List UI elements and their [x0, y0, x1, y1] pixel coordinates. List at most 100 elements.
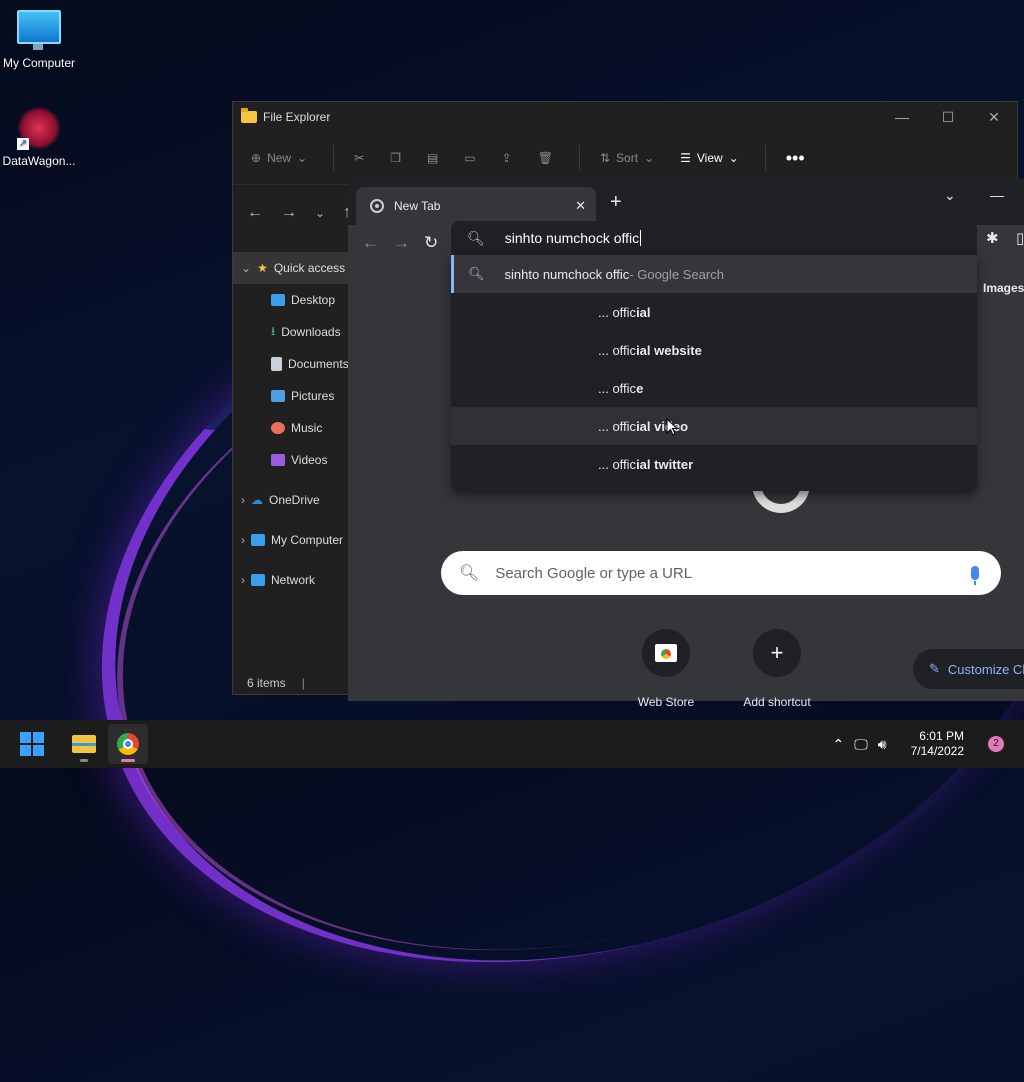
sidebar-item-label: Videos: [291, 453, 328, 467]
images-link[interactable]: Images: [983, 281, 1024, 295]
suggestion-item[interactable]: ... official: [451, 293, 977, 331]
mouse-pointer-icon: [666, 418, 678, 436]
reload-icon[interactable]: ↻: [424, 233, 438, 253]
taskbar: ⌃ 🖵︎ 🔊︎ 6:01 PM 7/14/2022 2: [0, 720, 1024, 768]
paste-button[interactable]: ▤: [427, 151, 438, 165]
chevron-right-icon: ›: [241, 493, 245, 507]
suggestion-prefix: ... offic: [598, 456, 637, 472]
explorer-title: File Explorer: [263, 110, 331, 124]
sidebar-item-label: OneDrive: [269, 493, 320, 507]
sidebar-item-label: Quick access: [273, 261, 346, 275]
folder-icon: [72, 735, 96, 753]
sidebar-item-downloads[interactable]: ⭳ Downloads: [233, 316, 349, 348]
suggestion-prefix: ... offic: [598, 418, 637, 434]
chevron-up-icon[interactable]: ⌃: [833, 736, 845, 753]
cut-button[interactable]: ✂: [354, 151, 364, 165]
sidebar-item-label: Downloads: [281, 325, 341, 339]
side-panel-icon[interactable]: ▯: [1016, 229, 1024, 247]
taskbar-chrome[interactable]: [108, 724, 148, 764]
music-icon: [271, 422, 285, 434]
sidebar-item-label: Network: [271, 573, 316, 587]
monitor-icon: [251, 534, 265, 546]
shortcut-arrow-icon: ↗: [17, 138, 29, 150]
clock[interactable]: 6:01 PM 7/14/2022: [911, 729, 964, 759]
maximize-button[interactable]: ☐: [925, 109, 971, 126]
sidebar-item-network[interactable]: › Network: [233, 564, 349, 596]
text-caret: [640, 230, 642, 246]
sidebar-item-pictures[interactable]: Pictures: [233, 380, 349, 412]
more-options-button[interactable]: •••: [786, 148, 805, 169]
suggestion-completion: e: [636, 380, 644, 396]
desktop-icon-label: DataWagon...: [2, 154, 76, 168]
sort-button[interactable]: ⇅ Sort ⌄: [600, 151, 654, 165]
chevron-right-icon: ›: [241, 533, 245, 547]
system-tray: ⌃ 🖵︎ 🔊︎ 6:01 PM 7/14/2022 2: [833, 729, 1024, 759]
sidebar-item-videos[interactable]: Videos: [233, 444, 349, 476]
explorer-titlebar[interactable]: File Explorer — ☐ ✕: [233, 102, 1017, 132]
minimize-button[interactable]: —: [879, 109, 925, 126]
chevron-right-icon: ›: [241, 573, 245, 587]
taskbar-file-explorer[interactable]: [64, 724, 104, 764]
search-icon: 🔍︎: [459, 565, 480, 582]
forward-arrow-icon[interactable]: →: [281, 204, 297, 222]
suggestion-item[interactable]: ... official twitter: [451, 445, 977, 483]
ntp-search-box[interactable]: 🔍︎ Search Google or type a URL: [441, 551, 1001, 595]
desktop-icon-my-computer[interactable]: My Computer: [0, 10, 81, 70]
view-button[interactable]: ☰ View ⌄: [680, 151, 739, 165]
tab-new-tab[interactable]: New Tab ✕: [356, 187, 596, 225]
network-status-icon[interactable]: 🖵︎: [854, 736, 868, 753]
suggestion-item[interactable]: ... official website: [451, 331, 977, 369]
shortcut-label: Web Store: [637, 695, 695, 709]
download-icon: ⭳: [271, 323, 276, 338]
suggestion-item[interactable]: ... office: [451, 369, 977, 407]
volume-icon[interactable]: 🔊︎: [878, 736, 887, 753]
new-tab-button[interactable]: +: [610, 191, 622, 214]
sidebar-item-onedrive[interactable]: › ☁ OneDrive: [233, 484, 349, 516]
suggestion-google-search[interactable]: 🔍︎ sinhto numchock offic - Google Search: [451, 255, 977, 293]
back-arrow-icon[interactable]: ←: [362, 233, 379, 253]
microphone-icon[interactable]: [971, 566, 979, 585]
customize-label: Customize Chrome: [947, 661, 1024, 677]
copy-button[interactable]: ❐: [390, 151, 401, 165]
sidebar-item-quick-access[interactable]: ⌄ ★ Quick access: [233, 252, 349, 284]
tab-search-chevron-icon[interactable]: ⌄: [944, 187, 956, 204]
new-button[interactable]: ⊕ New ⌄: [251, 151, 307, 165]
desktop-icon-label: My Computer: [2, 56, 76, 70]
chevron-down-icon: ⌄: [728, 151, 739, 165]
shortcut-web-store[interactable]: Web Store: [616, 629, 716, 709]
sidebar-item-documents[interactable]: Documents: [233, 348, 349, 380]
back-arrow-icon[interactable]: ←: [247, 204, 263, 222]
chrome-icon: [370, 199, 384, 213]
sidebar-item-my-computer[interactable]: › My Computer: [233, 524, 349, 556]
delete-button[interactable]: 🗑: [538, 151, 553, 165]
shortcut-add[interactable]: + Add shortcut: [727, 629, 827, 709]
desktop-icon-datawagon[interactable]: ↗ DataWagon...: [0, 106, 81, 168]
close-tab-icon[interactable]: ✕: [575, 198, 586, 214]
forward-arrow-icon[interactable]: →: [393, 233, 410, 253]
clock-time: 6:01 PM: [919, 729, 964, 743]
web-store-icon: [655, 644, 677, 662]
folder-icon: [241, 108, 257, 123]
suggestion-completion: ial twitter: [636, 456, 694, 472]
close-button[interactable]: ✕: [971, 109, 1017, 126]
rename-button[interactable]: ▭: [464, 151, 475, 165]
suggestion-prefix: ... offic: [598, 304, 637, 320]
datawagon-icon: ↗: [17, 106, 61, 150]
minimize-button[interactable]: —: [990, 187, 1004, 203]
omnibox[interactable]: 🔍︎ sinhto numchock offic: [451, 221, 977, 255]
suggestion-item[interactable]: ... official video: [451, 407, 977, 445]
extensions-puzzle-icon[interactable]: ✱: [986, 229, 999, 247]
pencil-icon: ✎: [929, 661, 940, 676]
sidebar-item-music[interactable]: Music: [233, 412, 349, 444]
suggestion-completion: ial: [636, 304, 651, 320]
share-button[interactable]: ⇪: [502, 151, 512, 165]
toolbar-divider: [333, 145, 335, 171]
notification-badge[interactable]: 2: [988, 736, 1004, 752]
chevron-down-icon: ⌄: [644, 151, 655, 165]
sidebar-item-desktop[interactable]: Desktop: [233, 284, 349, 316]
customize-chrome-button[interactable]: ✎ Customize Chrome: [913, 649, 1024, 689]
clock-date: 7/14/2022: [910, 744, 964, 758]
start-button[interactable]: [20, 732, 44, 756]
omnibox-text: sinhto numchock offic: [504, 230, 640, 246]
recent-locations-chevron-icon[interactable]: ⌄: [315, 206, 325, 220]
